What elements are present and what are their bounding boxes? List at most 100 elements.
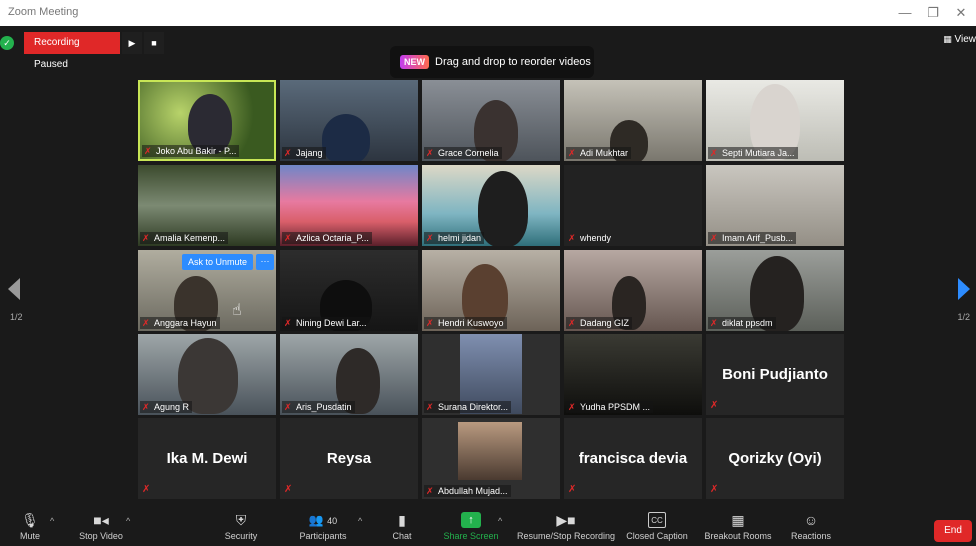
view-label: View — [954, 34, 976, 45]
close-icon[interactable]: ✕ — [950, 3, 972, 23]
recording-bar: ✓ Recording Paused ▶ ■ — [0, 32, 164, 70]
video-tile-francisca[interactable]: francisca devia ✗ — [564, 418, 702, 499]
participant-name: ✗ Septi Mutiara Ja... — [708, 147, 798, 159]
new-badge: NEW — [400, 55, 429, 69]
view-button[interactable]: ▦ View — [943, 34, 976, 45]
hand-cursor-icon: ☝ — [232, 302, 242, 319]
security-label: Security — [224, 531, 258, 541]
breakout-rooms-button[interactable]: ▦ Breakout Rooms — [700, 512, 776, 541]
grid-view-icon: ▦ — [943, 34, 952, 44]
more-options-button[interactable]: ··· — [256, 254, 274, 270]
video-tile-diklat[interactable]: ✗ diklat ppsdm — [706, 250, 844, 331]
video-tile-aris[interactable]: ✗ Aris_Pusdatin — [280, 334, 418, 415]
closed-caption-button[interactable]: CC Closed Caption — [624, 512, 690, 541]
participants-button[interactable]: 👥 40 Participants — [292, 512, 354, 541]
mic-muted-icon: ✗ — [142, 318, 150, 328]
participant-name: ✗ Agung R — [140, 401, 193, 413]
participant-video — [322, 114, 370, 161]
audio-options-chevron-icon[interactable]: ^ — [50, 516, 54, 526]
participant-name: Ika M. Dewi — [166, 450, 248, 467]
participant-name: francisca devia — [578, 450, 688, 467]
participants-icon: 👥 40 — [308, 513, 338, 527]
participant-name: ✗ Nining Dewi Lar... — [282, 317, 370, 329]
video-tile-adi[interactable]: ✗ Adi Mukhtar — [564, 80, 702, 161]
video-tile-abdullah[interactable]: ✗ Abdullah Mujad... — [422, 418, 560, 499]
video-tile-dadang[interactable]: ✗ Dadang GIZ — [564, 250, 702, 331]
participant-name: Qorizky (Oyi) — [728, 450, 822, 467]
record-controls-icon: ▶■ — [556, 512, 576, 528]
video-options-chevron-icon[interactable]: ^ — [126, 516, 130, 526]
video-tile-qorizky[interactable]: Qorizky (Oyi) ✗ — [706, 418, 844, 499]
resume-stop-recording-button[interactable]: ▶■ Resume/Stop Recording — [510, 512, 622, 541]
participant-name: ✗ Adi Mukhtar — [566, 147, 632, 159]
end-meeting-button[interactable]: End — [934, 520, 972, 542]
resume-recording-icon[interactable]: ▶ — [122, 32, 142, 54]
window-title: Zoom Meeting — [8, 6, 79, 18]
microphone-icon: 🎙 — [21, 512, 39, 528]
mute-button[interactable]: 🎙 Mute — [14, 512, 46, 541]
next-page-arrow-icon[interactable] — [958, 278, 970, 300]
participant-name: ✗ Abdullah Mujad... — [424, 485, 511, 497]
video-tile-nining[interactable]: ✗ Nining Dewi Lar... — [280, 250, 418, 331]
participant-video — [458, 422, 522, 480]
shield-icon: ⛨ — [235, 512, 247, 528]
video-tile-reysa[interactable]: Reysa ✗ — [280, 418, 418, 499]
mic-muted-icon: ✗ — [426, 486, 434, 496]
video-tile-anggara[interactable]: Ask to Unmute ··· ☝ ✗ Anggara Hayun — [138, 250, 276, 331]
reactions-button[interactable]: ☺ Reactions — [786, 512, 836, 541]
participants-chevron-icon[interactable]: ^ — [358, 516, 362, 526]
video-tile-septi[interactable]: ✗ Septi Mutiara Ja... — [706, 80, 844, 161]
share-screen-label: Share Screen — [443, 531, 499, 541]
mute-label: Mute — [19, 531, 40, 541]
stop-video-button[interactable]: ■◂ Stop Video — [74, 512, 128, 541]
video-tile-amalia[interactable]: ✗ Amalia Kemenp... — [138, 165, 276, 246]
mic-muted-icon: ✗ — [568, 484, 577, 495]
participant-name: ✗ Azlica Octaria_P... — [282, 232, 372, 244]
window-titlebar: Zoom Meeting — ❐ ✕ — [0, 0, 976, 26]
minimize-icon[interactable]: — — [894, 3, 916, 23]
reorder-videos-toast: NEW Drag and drop to reorder videos — [390, 46, 594, 78]
previous-page-arrow-icon[interactable] — [8, 278, 20, 300]
video-tile-ika[interactable]: Ika M. Dewi ✗ — [138, 418, 276, 499]
breakout-rooms-label: Breakout Rooms — [704, 531, 772, 541]
encryption-shield-icon[interactable]: ✓ — [0, 36, 14, 50]
share-screen-icon: ↑ — [461, 512, 481, 528]
stop-recording-icon[interactable]: ■ — [144, 32, 164, 54]
video-tile-hendri[interactable]: ✗ Hendri Kuswoyo — [422, 250, 560, 331]
video-tile-surana[interactable]: ✗ Surana Direktor... — [422, 334, 560, 415]
participant-video — [478, 171, 528, 246]
security-button[interactable]: ⛨ Security — [218, 512, 264, 541]
mic-muted-icon: ✗ — [568, 148, 576, 158]
participant-name: ✗ Surana Direktor... — [424, 401, 512, 413]
mic-muted-icon: ✗ — [710, 148, 718, 158]
video-tile-joko[interactable]: ✗ Joko Abu Bakir - P... — [138, 80, 276, 161]
video-tile-azlica[interactable]: ✗ Azlica Octaria_P... — [280, 165, 418, 246]
participant-name: ✗ Joko Abu Bakir - P... — [142, 145, 240, 157]
participant-name: ✗ Yudha PPSDM ... — [566, 401, 654, 413]
mic-muted-icon: ✗ — [426, 402, 434, 412]
participant-name: ✗ whendy — [568, 233, 612, 243]
video-tile-jajang[interactable]: ✗ Jajang — [280, 80, 418, 161]
participant-name: ✗ diklat ppsdm — [708, 317, 776, 329]
share-screen-button[interactable]: ↑ Share Screen — [440, 512, 502, 541]
video-tile-helmi[interactable]: ✗ helmi jidan — [422, 165, 560, 246]
mic-muted-icon: ✗ — [710, 233, 718, 243]
chat-button[interactable]: ▮ Chat — [386, 512, 418, 541]
page-indicator-left: 1/2 — [10, 312, 23, 322]
video-tile-yudha[interactable]: ✗ Yudha PPSDM ... — [564, 334, 702, 415]
participant-name: Boni Pudjianto — [722, 366, 828, 383]
video-tile-agung[interactable]: ✗ Agung R — [138, 334, 276, 415]
mic-muted-icon: ✗ — [284, 318, 292, 328]
video-tile-grace[interactable]: ✗ Grace Cornelia — [422, 80, 560, 161]
ask-to-unmute-button[interactable]: Ask to Unmute — [182, 254, 254, 270]
mic-muted-icon: ✗ — [142, 402, 150, 412]
record-label: Resume/Stop Recording — [516, 531, 616, 541]
mic-muted-icon: ✗ — [284, 402, 292, 412]
chat-label: Chat — [392, 531, 412, 541]
video-tile-boni[interactable]: Boni Pudjianto ✗ — [706, 334, 844, 415]
video-tile-whendy[interactable]: ✗ whendy — [564, 165, 702, 246]
restore-icon[interactable]: ❐ — [922, 3, 944, 23]
share-options-chevron-icon[interactable]: ^ — [498, 516, 502, 526]
chat-bubble-icon: ▮ — [398, 512, 406, 528]
video-tile-imam[interactable]: ✗ Imam Arif_Pusb... — [706, 165, 844, 246]
